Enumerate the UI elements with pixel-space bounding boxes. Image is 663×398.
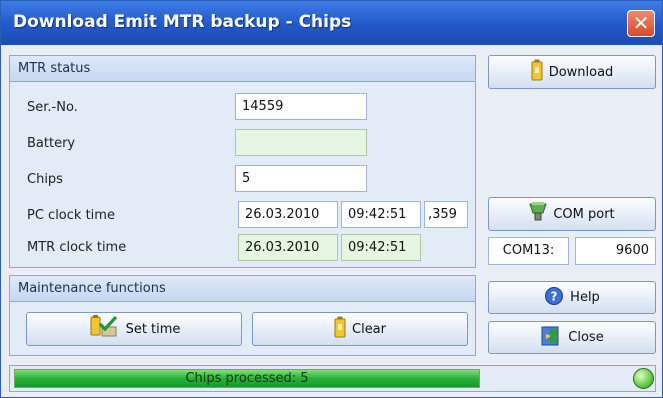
- progress-bar: Chips processed: 5: [14, 369, 480, 388]
- download-label: Download: [548, 64, 614, 80]
- close-window-button[interactable]: ✕: [627, 10, 655, 37]
- battery-check-icon: [88, 315, 120, 343]
- progress-text: Chips processed: 5: [185, 371, 309, 386]
- dialog-window: Download Emit MTR backup - Chips ✕ MTR s…: [0, 0, 663, 398]
- title-bar[interactable]: Download Emit MTR backup - Chips ✕: [1, 1, 662, 45]
- pc-time-field: 09:42:51: [341, 201, 421, 228]
- mtr-time-field: 09:42:51: [341, 234, 421, 261]
- mtr-status-header: MTR status: [10, 56, 475, 82]
- com-port-button[interactable]: COM port: [488, 197, 656, 231]
- com-port-field[interactable]: COM13:: [488, 237, 569, 265]
- svg-text:?: ?: [551, 289, 558, 303]
- mtr-clock-label: MTR clock time: [27, 240, 127, 255]
- maintenance-title: Maintenance functions: [18, 281, 166, 296]
- clear-button[interactable]: Clear: [252, 312, 468, 346]
- com-port-label: COM port: [553, 206, 615, 222]
- battery-field: [235, 129, 367, 156]
- mtr-date-field: 26.03.2010: [238, 234, 338, 261]
- battery-label: Battery: [27, 136, 76, 151]
- baud-rate-field[interactable]: 9600: [575, 237, 656, 265]
- battery-icon: [334, 316, 346, 342]
- download-button[interactable]: Download: [488, 55, 656, 89]
- window-title: Download Emit MTR backup - Chips: [13, 12, 352, 32]
- pc-ms-field: ,359: [424, 201, 468, 228]
- plug-icon: [529, 202, 548, 226]
- chips-field[interactable]: 5: [235, 165, 367, 192]
- help-label: Help: [570, 290, 600, 305]
- close-label: Close: [568, 330, 604, 345]
- status-led-icon: [633, 368, 654, 389]
- chips-label: Chips: [27, 172, 63, 187]
- set-time-label: Set time: [125, 321, 181, 337]
- set-time-button[interactable]: Set time: [26, 312, 242, 346]
- maintenance-group: Maintenance functions Set time Clear: [9, 275, 476, 356]
- mtr-status-title: MTR status: [18, 61, 91, 76]
- close-button[interactable]: Close: [488, 321, 656, 354]
- status-bar: Chips processed: 5: [9, 365, 656, 392]
- maintenance-header: Maintenance functions: [10, 276, 475, 302]
- help-button[interactable]: ? Help: [488, 281, 656, 314]
- pc-date-field: 26.03.2010: [238, 201, 338, 228]
- serial-field[interactable]: 14559: [235, 93, 367, 120]
- battery-icon: [531, 59, 543, 85]
- help-icon: ?: [544, 286, 564, 310]
- exit-door-icon: [540, 325, 562, 351]
- clear-label: Clear: [352, 321, 386, 337]
- mtr-status-group: MTR status Ser.-No. 14559 Battery Chips …: [9, 55, 476, 268]
- serial-label: Ser.-No.: [27, 100, 78, 115]
- pc-clock-label: PC clock time: [27, 208, 115, 223]
